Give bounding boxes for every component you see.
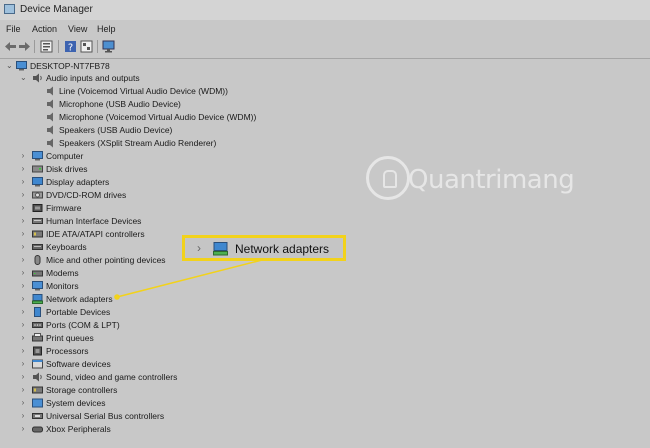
- watermark: Quantrimang: [360, 152, 590, 208]
- callout-dot: [114, 294, 120, 300]
- network-adapters-callout: › Network adapters: [182, 235, 346, 261]
- network-adapter-icon: [213, 242, 228, 256]
- callout-label: Network adapters: [235, 242, 330, 256]
- callout-connector: [114, 259, 263, 300]
- watermark-text: Quantrimang: [408, 165, 575, 195]
- callout-line: [116, 259, 263, 298]
- expand-chevron-icon: ›: [197, 241, 201, 255]
- lightbulb-icon: [366, 156, 410, 200]
